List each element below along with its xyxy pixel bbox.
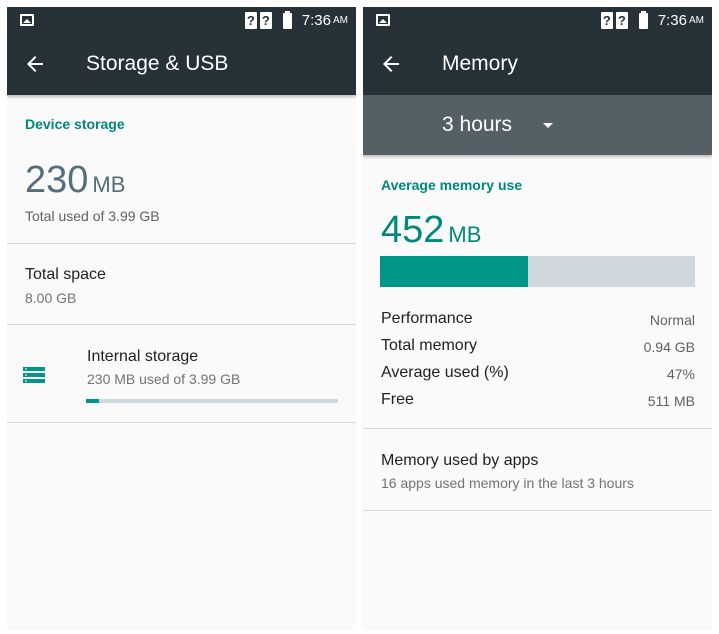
internal-storage-label: Internal storage	[87, 348, 199, 365]
used-storage-value: 230	[25, 159, 89, 201]
stat-label: Total memory	[381, 337, 478, 354]
signal-unknown-icon: ?	[244, 12, 257, 29]
average-memory-value: 452	[381, 209, 445, 251]
time-range-bar: 3 hours	[363, 95, 712, 155]
memory-screen: ? ? 7:36 AM Memory 3 hours Average memor…	[363, 7, 712, 630]
image-notification-icon	[20, 14, 34, 26]
stat-row-performance: Performance Normal	[381, 310, 695, 332]
storage-screen: ? ? 7:36 AM Storage & USB Device storage…	[7, 7, 356, 630]
status-bar: ? ? 7:36 AM	[363, 7, 712, 34]
page-title: Memory	[442, 52, 518, 75]
average-memory-unit: MB	[448, 222, 482, 247]
used-storage-summary: 230 MB	[25, 159, 125, 202]
stat-label: Free	[381, 391, 414, 408]
divider	[363, 510, 712, 511]
stat-value: Normal	[649, 312, 695, 328]
stat-value: 0.94 GB	[643, 339, 695, 355]
memory-usage-bar-fill	[380, 256, 529, 287]
stat-row-average-used: Average used (%) 47%	[381, 364, 695, 386]
signal-unknown-icon: ?	[615, 12, 628, 29]
stat-row-total-memory: Total memory 0.94 GB	[381, 337, 695, 359]
average-memory-summary: 452 MB	[381, 209, 481, 252]
internal-storage-sub: 230 MB used of 3.99 GB	[87, 371, 241, 387]
signal-unknown-icon: ?	[600, 12, 613, 29]
battery-icon	[638, 10, 648, 29]
memory-used-by-apps-sub: 16 apps used memory in the last 3 hours	[381, 475, 634, 491]
battery-icon	[282, 10, 292, 29]
stat-label: Performance	[381, 310, 473, 327]
memory-used-by-apps-label: Memory used by apps	[381, 452, 539, 469]
page-title: Storage & USB	[86, 52, 229, 75]
stat-label: Average used (%)	[381, 364, 509, 381]
status-bar: ? ? 7:36 AM	[7, 7, 356, 34]
divider	[7, 243, 356, 244]
device-storage-header: Device storage	[25, 116, 125, 132]
stat-row-free: Free 511 MB	[381, 391, 695, 413]
status-ampm: AM	[333, 15, 348, 26]
status-time: 7:36	[301, 12, 331, 29]
total-used-text: Total used of 3.99 GB	[25, 208, 160, 224]
back-arrow-icon[interactable]	[23, 52, 47, 76]
signal-unknown-icon: ?	[259, 12, 272, 29]
internal-storage-progress	[86, 399, 338, 403]
dropdown-arrow-icon[interactable]	[543, 123, 553, 128]
back-arrow-icon[interactable]	[379, 52, 403, 76]
used-storage-unit: MB	[92, 172, 126, 197]
storage-icon	[23, 367, 45, 383]
image-notification-icon	[376, 14, 390, 26]
stat-value: 47%	[666, 366, 695, 382]
time-range-dropdown[interactable]: 3 hours	[442, 113, 512, 137]
internal-storage-progress-fill	[86, 399, 99, 403]
app-bar: Storage & USB	[7, 34, 356, 95]
total-space-value: 8.00 GB	[25, 290, 77, 306]
divider	[7, 422, 356, 423]
stat-value: 511 MB	[647, 393, 695, 409]
status-ampm: AM	[689, 15, 704, 26]
total-space-label: Total space	[25, 266, 106, 283]
average-memory-header: Average memory use	[381, 177, 523, 193]
app-bar: Memory	[363, 34, 712, 95]
memory-usage-bar	[380, 256, 695, 287]
status-time: 7:36	[657, 12, 687, 29]
